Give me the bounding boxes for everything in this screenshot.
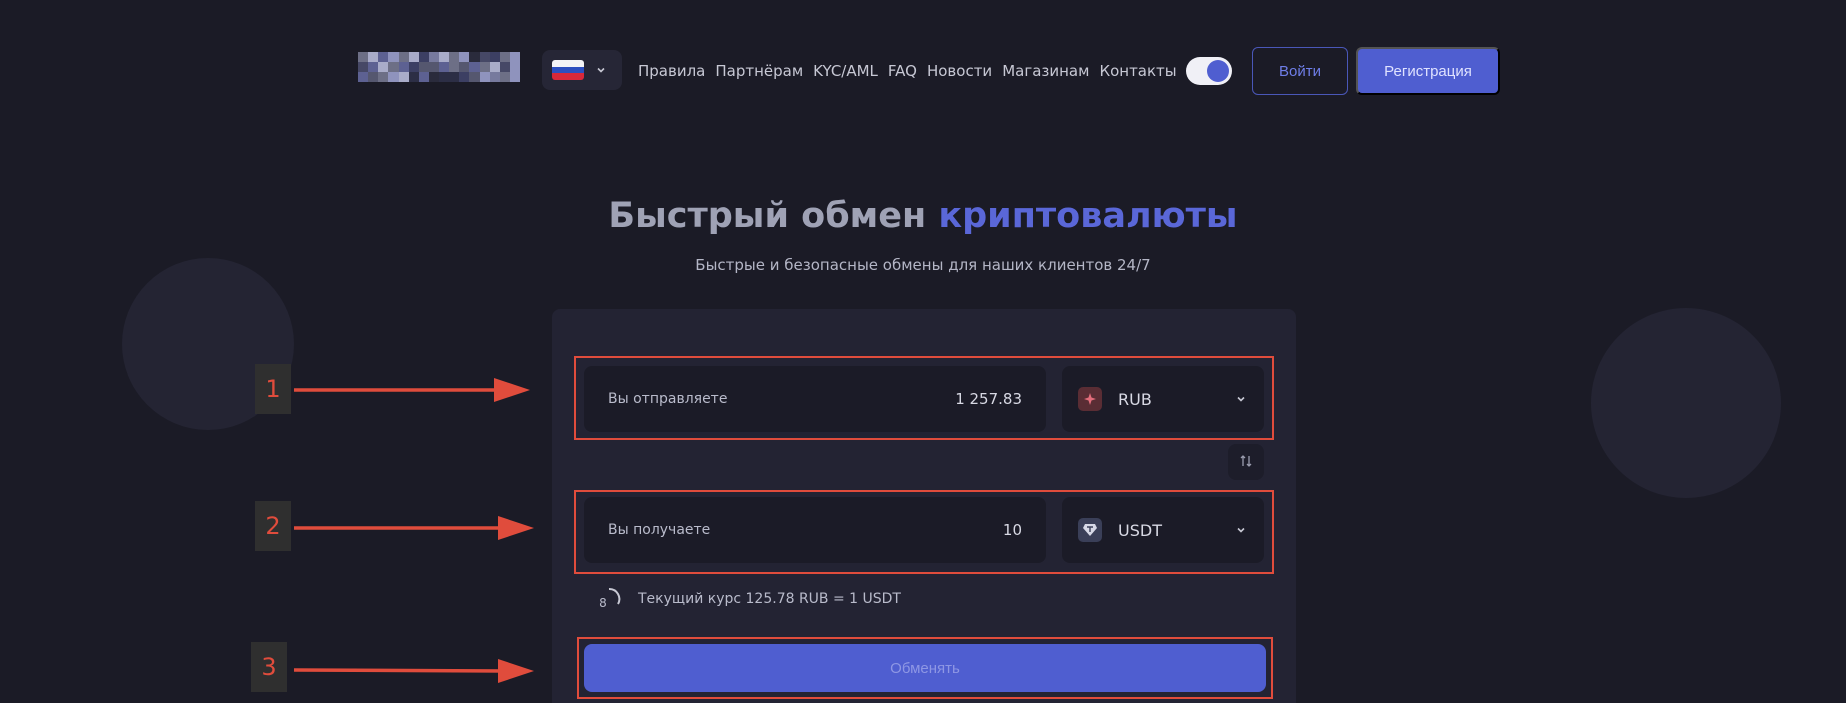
send-amount-value[interactable]: 1 257.83 <box>955 390 1022 408</box>
title-main: Быстрый обмен <box>608 196 939 236</box>
language-selector[interactable] <box>542 50 622 90</box>
annotation-arrow-1 <box>294 378 530 402</box>
page-subtitle: Быстрые и безопасные обмены для наших кл… <box>695 256 1151 274</box>
send-currency-code: RUB <box>1118 389 1152 409</box>
swap-button[interactable] <box>1228 444 1264 480</box>
logo-pixelated[interactable] <box>358 52 520 82</box>
nav-kyc-aml[interactable]: KYC/AML <box>813 62 878 80</box>
exchange-rate: 8 Текущий курс 125.78 RUB = 1 USDT <box>596 586 901 612</box>
nav-faq[interactable]: FAQ <box>888 62 917 80</box>
send-label: Вы отправляете <box>608 391 728 407</box>
send-currency-select[interactable]: RUB <box>1062 366 1264 432</box>
swap-arrows-icon <box>1239 453 1253 472</box>
annotation-arrow-3 <box>294 659 534 683</box>
ruble-coin-icon <box>1078 387 1102 411</box>
chevron-down-icon <box>594 63 608 77</box>
theme-toggle[interactable] <box>1186 57 1232 85</box>
nav-news[interactable]: Новости <box>927 62 992 80</box>
nav-shops[interactable]: Магазинам <box>1002 62 1089 80</box>
annotation-arrow-2 <box>294 516 534 540</box>
nav-partners[interactable]: Партнёрам <box>715 62 803 80</box>
exchange-button[interactable]: Обменять <box>584 644 1266 692</box>
title-accent: криптовалюты <box>938 196 1238 236</box>
toggle-knob <box>1207 60 1229 82</box>
decorative-circle-right <box>1591 308 1781 498</box>
chevron-down-icon <box>1234 523 1248 537</box>
nav-rules[interactable]: Правила <box>638 62 705 80</box>
send-amount-field[interactable]: Вы отправляете 1 257.83 <box>584 366 1046 432</box>
receive-amount-value[interactable]: 10 <box>1003 521 1022 539</box>
register-button[interactable]: Регистрация <box>1356 47 1500 95</box>
rate-text: Текущий курс 125.78 RUB = 1 USDT <box>638 591 901 607</box>
receive-label: Вы получаете <box>608 522 711 538</box>
receive-currency-code: USDT <box>1118 520 1162 540</box>
main-nav: Правила Партнёрам KYC/AML FAQ Новости Ма… <box>638 58 1177 84</box>
chevron-down-icon <box>1234 392 1248 406</box>
tether-coin-icon <box>1078 518 1102 542</box>
page-title: Быстрый обмен криптовалюты <box>0 196 1846 236</box>
annotation-marker-3: 3 <box>251 642 287 692</box>
nav-contacts[interactable]: Контакты <box>1099 62 1176 80</box>
timer-value: 8 <box>599 596 607 610</box>
annotation-marker-2: 2 <box>255 501 291 551</box>
login-button[interactable]: Войти <box>1252 47 1348 95</box>
receive-currency-select[interactable]: USDT <box>1062 497 1264 563</box>
russia-flag-icon <box>552 60 584 80</box>
annotation-marker-1: 1 <box>255 364 291 414</box>
rate-timer: 8 <box>596 586 622 612</box>
receive-amount-field[interactable]: Вы получаете 10 <box>584 497 1046 563</box>
